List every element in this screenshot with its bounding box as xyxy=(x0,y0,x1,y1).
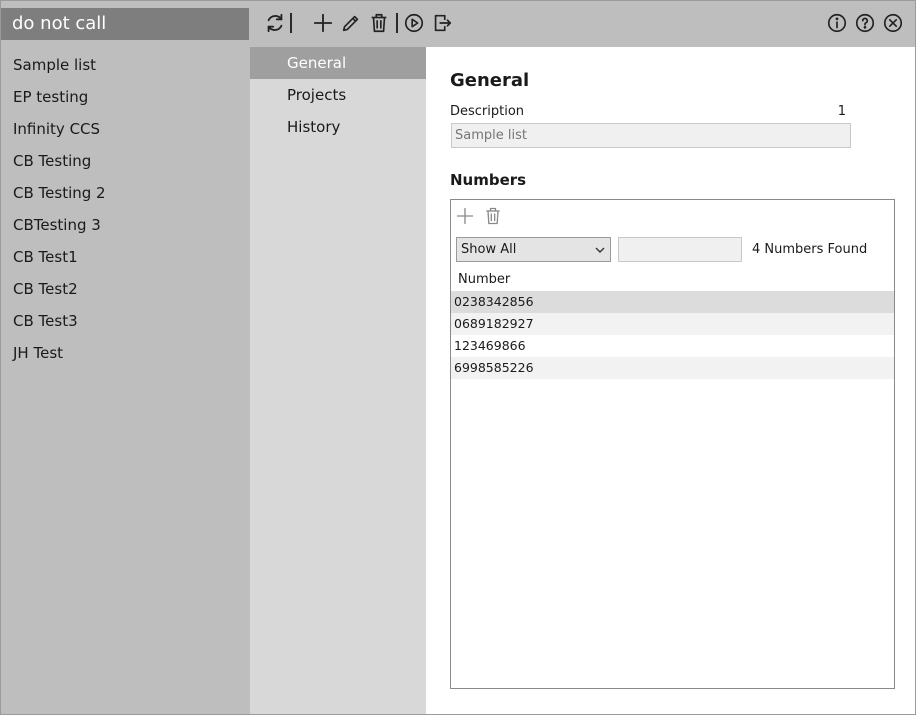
list-item[interactable]: EP testing xyxy=(1,81,250,113)
toolbar-separator xyxy=(290,13,292,33)
table-row[interactable]: 0689182927 xyxy=(451,313,894,335)
list-item[interactable]: CB Testing 2 xyxy=(1,177,250,209)
add-number-icon[interactable] xyxy=(455,206,475,226)
delete-number-icon[interactable] xyxy=(483,206,503,226)
list-item[interactable]: CB Test2 xyxy=(1,273,250,305)
list-item[interactable]: JH Test xyxy=(1,337,250,369)
nav-item-projects[interactable]: Projects xyxy=(250,79,426,111)
list-panel-header[interactable]: do not call xyxy=(1,8,249,40)
description-input[interactable] xyxy=(451,123,851,148)
list-panel: do not call Sample list EP testing Infin… xyxy=(1,1,250,714)
list-items: Sample list EP testing Infinity CCS CB T… xyxy=(1,49,250,369)
filter-select[interactable]: Show All xyxy=(456,237,611,262)
chevron-down-icon xyxy=(595,247,605,253)
numbers-found-count: 4 Numbers Found xyxy=(752,242,868,257)
close-icon[interactable] xyxy=(881,11,905,35)
info-icon[interactable] xyxy=(825,11,849,35)
list-item[interactable]: CB Test3 xyxy=(1,305,250,337)
list-item[interactable]: CB Testing xyxy=(1,145,250,177)
description-count: 1 xyxy=(837,104,846,119)
filter-select-value: Show All xyxy=(461,242,517,257)
toolbar xyxy=(250,1,915,47)
nav-item-general[interactable]: General xyxy=(250,47,426,79)
list-item[interactable]: CBTesting 3 xyxy=(1,209,250,241)
section-nav: General Projects History xyxy=(250,47,426,714)
column-header-number[interactable]: Number xyxy=(458,272,510,287)
table-row[interactable]: 0238342856 xyxy=(451,291,894,313)
toolbar-separator xyxy=(396,13,398,33)
help-icon[interactable] xyxy=(853,11,877,35)
delete-icon[interactable] xyxy=(367,11,391,35)
list-item[interactable]: Sample list xyxy=(1,49,250,81)
play-icon[interactable] xyxy=(402,11,426,35)
filter-input[interactable] xyxy=(618,237,742,262)
edit-icon[interactable] xyxy=(339,11,363,35)
table-row[interactable]: 123469866 xyxy=(451,335,894,357)
list-item[interactable]: CB Test1 xyxy=(1,241,250,273)
numbers-table: 0238342856 0689182927 123469866 69985852… xyxy=(451,291,894,379)
exit-icon[interactable] xyxy=(430,11,454,35)
add-icon[interactable] xyxy=(311,11,335,35)
refresh-icon[interactable] xyxy=(263,11,287,35)
description-label: Description xyxy=(450,104,525,119)
content-panel: General Description 1 Numbers Show All 4… xyxy=(426,47,915,714)
nav-item-history[interactable]: History xyxy=(250,111,426,143)
section-title: General xyxy=(450,70,530,91)
list-item[interactable]: Infinity CCS xyxy=(1,113,250,145)
app-window: do not call Sample list EP testing Infin… xyxy=(0,0,916,715)
table-row[interactable]: 6998585226 xyxy=(451,357,894,379)
numbers-title: Numbers xyxy=(450,171,527,189)
numbers-panel: Show All 4 Numbers Found Number 02383428… xyxy=(450,199,895,689)
